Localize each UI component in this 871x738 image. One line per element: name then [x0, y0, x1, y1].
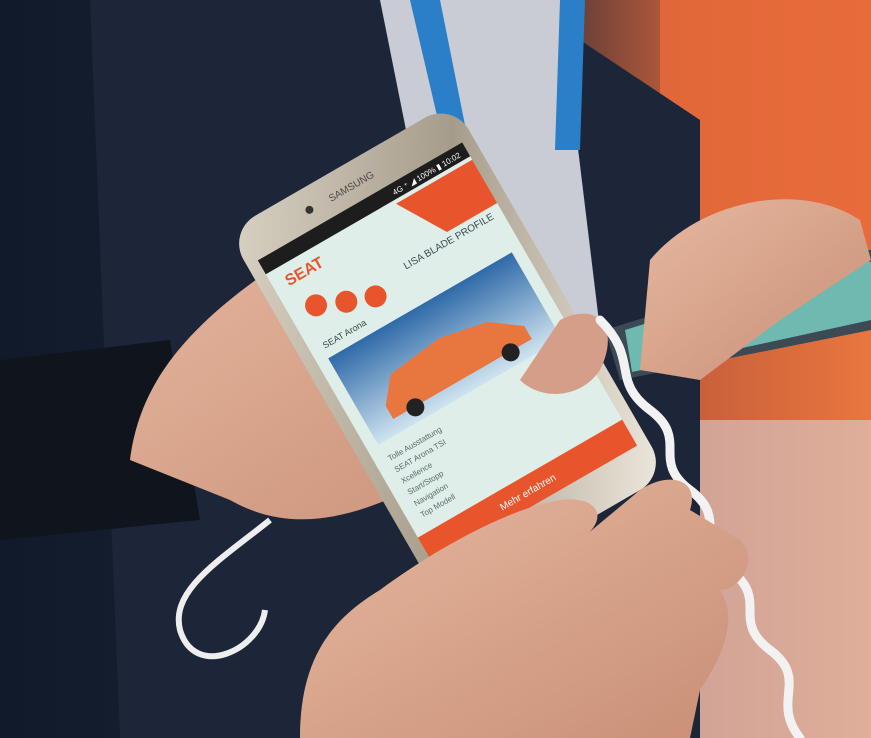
- photo-scene: 4G ⁺ ◢ 100% ▮ 10:02 SAMSUNG SEAT LISA BL…: [0, 0, 871, 738]
- lanyard-right: [555, 0, 585, 150]
- photo-illustration: 4G ⁺ ◢ 100% ▮ 10:02 SAMSUNG SEAT LISA BL…: [0, 0, 871, 738]
